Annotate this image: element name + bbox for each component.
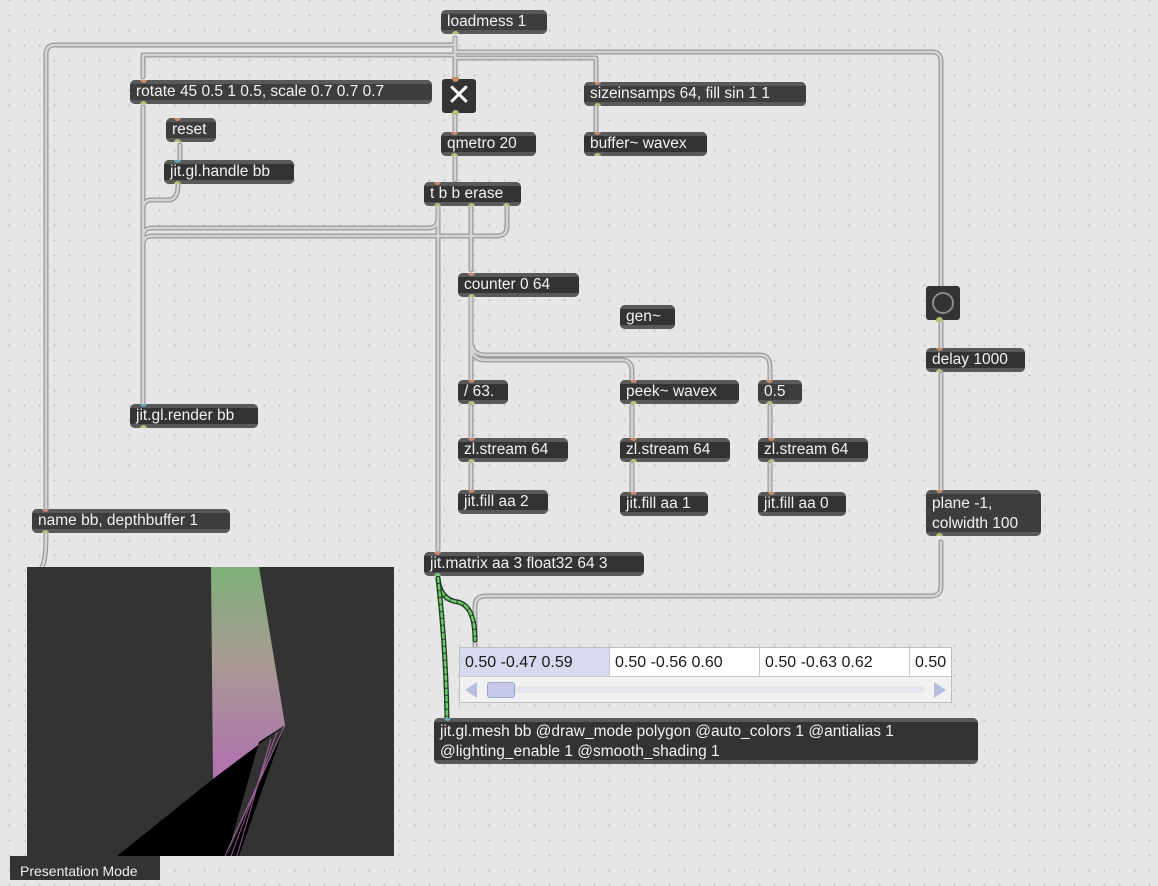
scroll-thumb[interactable]: [487, 682, 515, 698]
cell[interactable]: 0.50 -0.47 0.59: [460, 648, 610, 677]
render-label: jit.gl.render bb: [136, 407, 235, 424]
zl-stream-label: zl.stream 64: [464, 441, 549, 458]
patchcord: [140, 203, 510, 248]
zl-stream-label: zl.stream 64: [764, 441, 849, 458]
jit-fill-label: jit.fill aa 1: [626, 495, 691, 512]
plane-label-line2: colwidth 100: [932, 515, 1019, 532]
trigger-label: t b b erase: [430, 185, 504, 202]
scroll-left-arrow-icon[interactable]: [465, 682, 477, 698]
trigger-object[interactable]: t b b erase: [424, 182, 521, 206]
buffer-label: buffer~ wavex: [590, 135, 687, 152]
jit-matrix-object[interactable]: jit.matrix aa 3 float32 64 3: [424, 552, 644, 576]
rendered-mesh: [117, 567, 286, 856]
toggle-x-icon: ✕: [446, 79, 472, 112]
delay-object[interactable]: delay 1000: [926, 348, 1025, 372]
peek-label: peek~ wavex: [626, 383, 717, 400]
patchcord: [140, 35, 458, 80]
reset-message[interactable]: reset: [166, 118, 216, 142]
loadmess-object[interactable]: loadmess 1: [441, 10, 547, 34]
gen-object[interactable]: gen~: [620, 305, 675, 329]
sizeinsamps-message[interactable]: sizeinsamps 64, fill sin 1 1: [584, 82, 806, 106]
jit-gl-handle-label: jit.gl.handle bb: [170, 163, 270, 180]
jit-fill-label: jit.fill aa 2: [464, 493, 529, 510]
jit-gl-mesh-object[interactable]: jit.gl.mesh bb @draw_mode polygon @auto_…: [434, 718, 978, 764]
delay-label: delay 1000: [932, 351, 1008, 368]
horizontal-scrollbar[interactable]: [460, 677, 951, 702]
zl-stream-object-3[interactable]: zl.stream 64: [758, 438, 868, 462]
name-depthbuffer-label: name bb, depthbuffer 1: [38, 512, 199, 529]
patchcord: [452, 35, 599, 85]
jit-gl-mesh-label-line2: @lighting_enable 1 @smooth_shading 1: [440, 743, 720, 760]
presentation-mode-label: Presentation Mode: [20, 863, 138, 879]
qmetro-object[interactable]: qmetro 20: [441, 132, 536, 156]
counter-object[interactable]: counter 0 64: [458, 273, 579, 297]
gl-render-window[interactable]: [27, 567, 394, 856]
patchcord: [140, 182, 181, 212]
divide-label: / 63.: [464, 383, 495, 400]
jit-gl-mesh-label-line1: jit.gl.mesh bb @draw_mode polygon @auto_…: [440, 723, 894, 740]
qmetro-label: qmetro 20: [447, 135, 517, 152]
constant-label: 0.5: [764, 383, 786, 400]
rotate-scale-message[interactable]: rotate 45 0.5 1 0.5, scale 0.7 0.7 0.7: [130, 80, 432, 104]
cell[interactable]: 0.50 -0.63 0.62: [760, 648, 910, 677]
constant-message[interactable]: 0.5: [758, 380, 802, 404]
loadmess-label: loadmess 1: [447, 13, 527, 30]
zl-stream-object-1[interactable]: zl.stream 64: [458, 438, 568, 462]
toggle-button[interactable]: ✕: [442, 77, 476, 115]
render-object[interactable]: jit.gl.render bb: [130, 404, 258, 428]
patchcord: [43, 35, 458, 513]
gen-label: gen~: [626, 308, 661, 325]
bang-button[interactable]: [926, 286, 960, 322]
scroll-right-arrow-icon[interactable]: [934, 682, 946, 698]
jit-gl-handle-object[interactable]: jit.gl.handle bb: [164, 160, 294, 184]
jit-fill-object-1[interactable]: jit.fill aa 1: [620, 492, 708, 516]
jit-fill-object-0[interactable]: jit.fill aa 0: [758, 492, 846, 516]
reset-label: reset: [172, 121, 207, 138]
zl-stream-label: zl.stream 64: [626, 441, 711, 458]
cell[interactable]: 0.50 -0.56 0.60: [610, 648, 760, 677]
cell[interactable]: 0.50: [910, 648, 951, 677]
peek-object[interactable]: peek~ wavex: [620, 380, 739, 404]
jit-fill-object-2[interactable]: jit.fill aa 2: [458, 490, 548, 514]
patchcord: [468, 295, 635, 383]
patchcord: [140, 203, 441, 240]
name-depthbuffer-message[interactable]: name bb, depthbuffer 1: [32, 509, 230, 533]
plane-label-line1: plane -1,: [932, 495, 993, 512]
divide-object[interactable]: / 63.: [458, 380, 508, 404]
jit-matrix-label: jit.matrix aa 3 float32 64 3: [430, 555, 608, 572]
counter-label: counter 0 64: [464, 276, 551, 293]
plane-message[interactable]: plane -1, colwidth 100: [926, 490, 1041, 536]
bang-ring-icon: [932, 292, 954, 314]
jit-fill-label: jit.fill aa 0: [764, 495, 829, 512]
patchcord: [452, 35, 944, 289]
scroll-track[interactable]: [486, 686, 925, 693]
zl-stream-object-2[interactable]: zl.stream 64: [620, 438, 730, 462]
sizeinsamps-label: sizeinsamps 64, fill sin 1 1: [590, 85, 771, 102]
rotate-scale-label: rotate 45 0.5 1 0.5, scale 0.7 0.7 0.7: [136, 83, 385, 100]
patchcord: [39, 531, 49, 570]
presentation-mode-button[interactable]: Presentation Mode: [10, 856, 160, 880]
jit-cellblock[interactable]: 0.50 -0.47 0.59 0.50 -0.56 0.60 0.50 -0.…: [459, 647, 952, 703]
buffer-object[interactable]: buffer~ wavex: [584, 132, 707, 156]
